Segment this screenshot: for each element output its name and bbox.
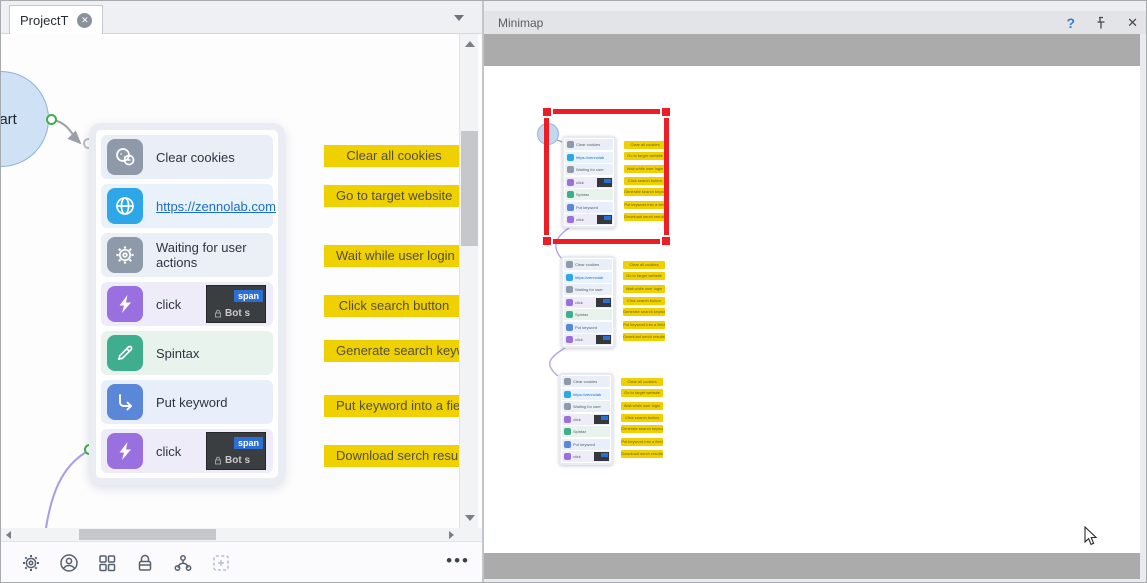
action-row-click-1[interactable]: click span Bot s [101,282,273,326]
viewport-handle[interactable] [660,235,672,247]
element-thumbnail: span Bot s [206,432,266,470]
action-row-clear-cookies[interactable]: Clear cookies [101,135,273,179]
action-row-put-keyword[interactable]: Put keyword [101,380,273,424]
more-options-icon[interactable]: ••• [446,551,470,571]
project-editor-panel: ProjectT ✕ Start [1,1,482,583]
minimap-viewport[interactable] [544,109,669,244]
comment-put-keyword[interactable]: Put keyword into a field [324,395,459,417]
minimap-right-edge [1140,34,1147,583]
thumb-tag-badge: span [234,437,263,449]
tab-bar: ProjectT ✕ [1,1,482,34]
minimap-panel: Minimap ? ✕ Cle [484,1,1147,583]
action-label: Clear cookies [156,150,235,165]
scroll-up-icon[interactable] [465,41,475,47]
action-label: click [156,297,181,312]
lock-icon[interactable] [132,550,158,576]
profile-icon[interactable] [56,550,82,576]
globe-icon [107,188,143,224]
capture-frame-icon[interactable] [208,550,234,576]
blocks-icon[interactable] [94,550,120,576]
start-node-label: Start [1,111,17,128]
minimap-comments: Clear all cookies Go to target website W… [621,373,665,465]
minimap-bottom-edge [484,579,1147,583]
close-icon[interactable]: ✕ [1127,15,1138,31]
action-label: Put keyword [156,395,228,410]
action-group-card: Clear cookies https://zennolab.com [89,123,285,485]
settings-icon[interactable] [18,550,44,576]
gear-icon [107,237,143,273]
thumb-snippet: Bot s [214,308,250,319]
minimap-card: Clear cookies https://zennolab.com Waiti… [561,256,615,348]
minimap-group-2: Clear cookies https://zennolab.com Waiti… [561,256,671,348]
minimap-comments: Clear all cookies Go to target website W… [623,256,667,348]
lightning-icon [107,433,143,469]
vertical-scrollbar[interactable] [459,34,478,528]
action-label: Spintax [156,346,199,361]
elbow-arrow-icon [107,384,143,420]
scroll-right-icon[interactable] [449,531,454,539]
help-icon[interactable]: ? [1067,15,1076,31]
comment-download-results[interactable]: Download serch results [324,445,459,467]
lock-icon [214,309,222,318]
scroll-down-icon[interactable] [465,515,475,521]
comment-wait-login[interactable]: Wait while user login [324,245,459,267]
minimap-group-3: Clear cookies https://zennolab.com Waiti… [559,373,669,465]
comment-click-search[interactable]: Click search button [324,295,459,317]
bottom-toolbar: ••• [1,541,482,583]
pin-icon[interactable] [1095,16,1107,30]
minimap-title: Minimap [484,16,543,30]
horizontal-scrollbar[interactable] [1,528,459,541]
action-row-wait-user[interactable]: Waiting for user actions [101,233,273,277]
app-window: ProjectT ✕ Start [0,0,1147,583]
minimap-card: Clear cookies https://zennolab.com Waiti… [559,373,613,465]
action-row-spintax[interactable]: Spintax [101,331,273,375]
horizontal-scroll-thumb[interactable] [79,529,216,540]
viewport-handle[interactable] [541,106,553,118]
mouse-cursor [1084,526,1098,551]
action-label: click [156,444,181,459]
tab-projectt[interactable]: ProjectT ✕ [9,5,103,35]
comment-go-to-target[interactable]: Go to target website [324,185,459,207]
minimap-body[interactable]: Clear cookies https://zennolab.com Waiti… [484,34,1147,583]
viewport-handle[interactable] [541,235,553,247]
action-row-goto-url[interactable]: https://zennolab.com [101,184,273,228]
lock-icon [214,456,222,465]
action-row-click-2[interactable]: click span Bot s [101,429,273,473]
tab-close-icon[interactable]: ✕ [77,13,92,28]
comment-generate-keyword[interactable]: Generate search keyword [324,340,459,362]
lightning-icon [107,286,143,322]
action-label-url[interactable]: https://zennolab.com [156,199,276,214]
relations-icon[interactable] [170,550,196,576]
thumb-snippet: Bot s [214,455,250,466]
vertical-scroll-thumb[interactable] [461,131,478,246]
cookies-icon [107,139,143,175]
element-thumbnail: span Bot s [206,285,266,323]
viewport-handle[interactable] [660,106,672,118]
minimap-header[interactable]: Minimap ? ✕ [484,11,1147,34]
pencil-icon [107,335,143,371]
action-label: Waiting for user actions [156,240,266,270]
thumb-tag-badge: span [234,290,263,302]
tab-title: ProjectT [20,13,68,28]
start-output-port[interactable] [46,114,57,125]
tab-list-dropdown-icon[interactable] [454,15,464,21]
comment-clear-all-cookies[interactable]: Clear all cookies [324,145,459,167]
scroll-left-icon[interactable] [6,531,11,539]
scrollbar-corner [459,528,482,541]
flowchart-canvas[interactable]: Start Clear cookies [1,34,459,528]
